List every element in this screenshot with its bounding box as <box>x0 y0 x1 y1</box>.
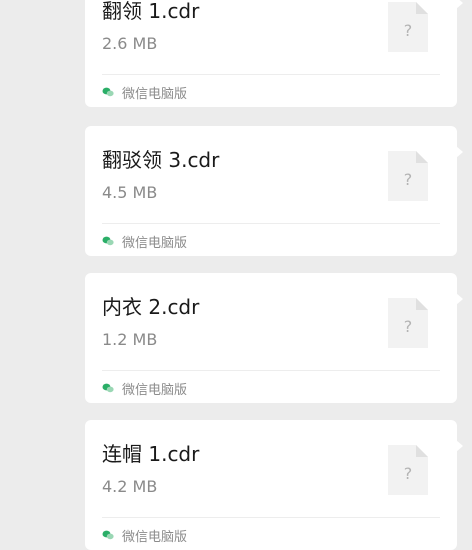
file-name: 翻领 1.cdr <box>102 0 200 23</box>
svg-text:?: ? <box>404 21 413 40</box>
unknown-file-icon: ? <box>388 151 428 201</box>
file-size: 2.6 MB <box>102 34 158 53</box>
wechat-icon <box>102 236 114 246</box>
source-row: 微信电脑版 <box>102 83 188 102</box>
file-message-card[interactable]: 内衣 2.cdr 1.2 MB ? 微信电脑版 <box>85 273 463 403</box>
svg-text:?: ? <box>404 464 413 483</box>
divider <box>102 223 440 224</box>
file-size: 4.2 MB <box>102 477 158 496</box>
file-name: 连帽 1.cdr <box>102 442 200 466</box>
svg-text:?: ? <box>404 170 413 189</box>
divider <box>102 74 440 75</box>
unknown-file-icon: ? <box>388 445 428 495</box>
file-message-card[interactable]: 连帽 1.cdr 4.2 MB ? 微信电脑版 <box>85 420 463 550</box>
divider <box>102 517 440 518</box>
file-name: 内衣 2.cdr <box>102 295 200 319</box>
source-row: 微信电脑版 <box>102 379 188 398</box>
file-size: 1.2 MB <box>102 330 158 349</box>
source-label: 微信电脑版 <box>122 529 188 545</box>
file-size: 4.5 MB <box>102 183 158 202</box>
unknown-file-icon: ? <box>388 2 428 52</box>
source-label: 微信电脑版 <box>122 382 188 398</box>
chat-message-list: 翻领 1.cdr 2.6 MB ? 微信电脑版 翻驳领 3.cdr 4.5 MB… <box>0 0 472 550</box>
file-name: 翻驳领 3.cdr <box>102 148 220 172</box>
svg-text:?: ? <box>404 317 413 336</box>
file-message-card[interactable]: 翻领 1.cdr 2.6 MB ? 微信电脑版 <box>85 0 463 107</box>
source-row: 微信电脑版 <box>102 526 188 545</box>
wechat-icon <box>102 87 114 97</box>
wechat-icon <box>102 530 114 540</box>
wechat-icon <box>102 383 114 393</box>
source-row: 微信电脑版 <box>102 232 188 251</box>
unknown-file-icon: ? <box>388 298 428 348</box>
source-label: 微信电脑版 <box>122 235 188 251</box>
file-message-card[interactable]: 翻驳领 3.cdr 4.5 MB ? 微信电脑版 <box>85 126 463 256</box>
source-label: 微信电脑版 <box>122 86 188 102</box>
divider <box>102 370 440 371</box>
